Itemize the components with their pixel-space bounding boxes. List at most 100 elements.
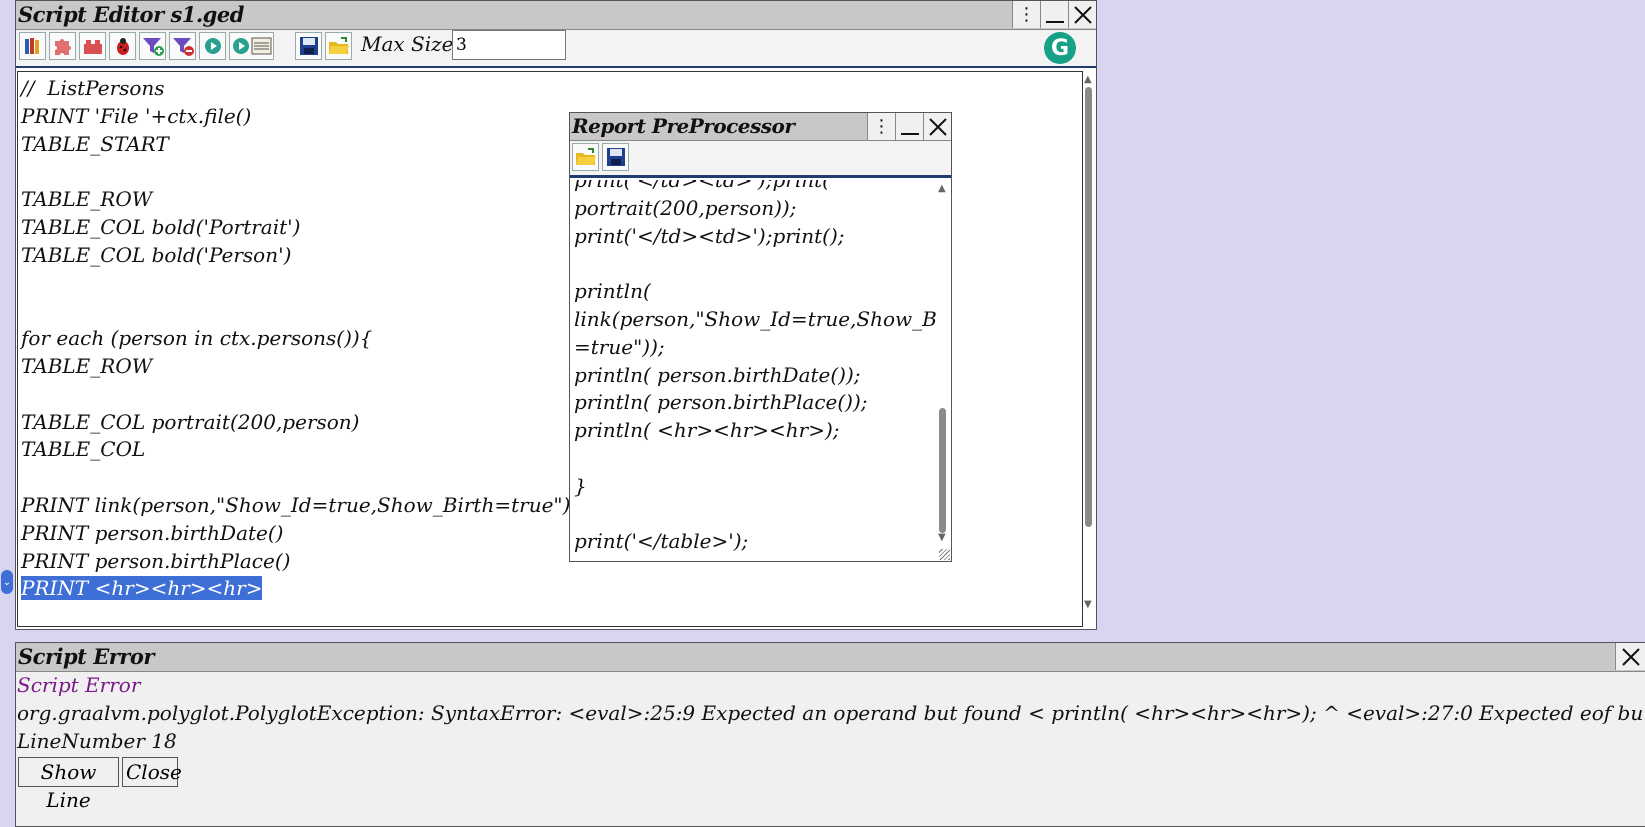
line-marker[interactable]: ⌄ [1,570,13,594]
editor-toolbar: Max Size G [16,30,1096,66]
minimize-icon [1045,20,1064,23]
code-line[interactable]: TABLE_START [21,131,570,159]
preprocessor-scroll-up-icon[interactable]: ▲ [938,183,946,194]
code-line[interactable] [574,250,936,278]
open-folder-icon [328,37,349,54]
code-line[interactable]: println( [574,278,936,306]
code-line[interactable]: println( person.birthPlace()); [574,389,936,417]
max-size-input[interactable] [452,30,566,60]
editor-scroll-down-icon[interactable]: ▼ [1084,599,1092,610]
code-line-selected[interactable]: PRINT <hr><hr><hr> [21,575,570,603]
run-icon [204,38,221,54]
code-line[interactable]: println( <hr><hr><hr>); [574,417,936,445]
code-line[interactable]: PRINT 'File '+ctx.file() [21,103,570,131]
code-line[interactable] [21,158,570,186]
code-line-text: portrait(200,person)); [574,195,797,220]
code-line[interactable]: =true")); [574,334,936,362]
editor-titlebar[interactable]: Script Editor s1.ged ⋮ [16,1,1096,30]
remove-filter-button[interactable] [169,32,196,60]
show-line-button[interactable]: Show Line [18,757,119,812]
save-button[interactable] [295,32,322,60]
code-line-text: } [574,473,587,498]
code-line-text: TABLE_ROW [21,187,153,212]
code-line-text: PRINT <hr><hr><hr> [21,576,263,601]
preprocessor-save-button[interactable] [602,143,629,171]
library-button[interactable] [19,32,46,60]
preprocessor-scrollbar-thumb[interactable] [939,408,946,533]
save-icon [606,148,625,166]
preprocessor-code: print('</td><td>');print(portrait(200,pe… [574,180,936,556]
kebab-menu-icon: ⋮ [872,116,891,137]
error-line-number: LineNumber 18 [17,729,177,753]
editor-menu-button[interactable]: ⋮ [1012,1,1040,28]
code-line[interactable]: TABLE_COL bold('Person') [21,242,570,270]
code-line-text: PRINT link(person,"Show_Id=true,Show_Bir… [21,492,571,517]
code-line[interactable]: print('</td><td>');print(); [574,223,936,251]
code-line[interactable]: TABLE_COL [21,436,570,464]
preprocessor-open-button[interactable] [572,143,599,171]
code-line[interactable]: // ListPersons [21,75,570,103]
editor-scrollbar[interactable] [1082,87,1096,617]
error-title: Script Error [18,644,154,669]
code-line[interactable]: portrait(200,person)); [574,195,936,223]
open-button[interactable] [325,32,352,60]
bricks-icon [83,40,102,54]
code-line[interactable]: } [574,473,936,501]
preprocessor-menu-button[interactable]: ⋮ [867,113,895,140]
code-line[interactable] [21,270,570,298]
code-line[interactable] [21,297,570,325]
preprocessor-minimize-button[interactable] [895,113,923,140]
add-filter-button[interactable] [139,32,166,60]
code-line-text: TABLE_COL bold('Portrait') [21,214,301,239]
code-line[interactable]: println( person.birthDate()); [574,362,936,390]
resize-grip-icon[interactable] [939,549,950,560]
preprocessor-window: Report PreProcessor ⋮ print('</td><td>')… [569,112,952,562]
code-line[interactable]: PRINT person.birthPlace() [21,548,570,576]
editor-title: Script Editor s1.ged [18,2,244,27]
editor-scroll-up-icon[interactable]: ▲ [1084,74,1092,85]
code-line[interactable] [21,464,570,492]
code-line[interactable]: TABLE_ROW [21,353,570,381]
code-line[interactable] [574,501,936,529]
code-line[interactable]: for each (person in ctx.persons()){ [21,325,570,353]
save-icon [299,37,318,55]
code-line-text: =true")); [574,334,665,359]
run-report-button[interactable] [229,32,274,60]
error-close-button[interactable] [1615,643,1645,670]
preprocessor-scrollbar[interactable] [936,193,950,538]
preprocessor-text-area[interactable]: print('</td><td>');print(portrait(200,pe… [570,180,936,561]
code-line[interactable]: TABLE_COL portrait(200,person) [21,409,570,437]
preprocessor-close-button[interactable] [923,113,951,140]
code-line[interactable]: link(person,"Show_Id=true,Show_Birth [574,306,936,334]
plugins-button[interactable] [49,32,76,60]
error-titlebar[interactable]: Script Error [16,643,1645,672]
kebab-menu-icon: ⋮ [1017,4,1036,25]
close-button[interactable]: Close [122,757,182,787]
grammarly-button[interactable]: G [1044,32,1076,64]
blocks-button[interactable] [79,32,106,60]
run-button[interactable] [199,32,226,60]
code-line[interactable] [21,381,570,409]
preprocessor-scroll-down-icon[interactable]: ▼ [938,532,946,543]
editor-minimize-button[interactable] [1040,1,1068,28]
code-line-text: link(person,"Show_Id=true,Show_Birth [574,306,936,331]
code-line-text: for each (person in ctx.persons()){ [21,326,373,351]
code-line[interactable]: TABLE_ROW [21,186,570,214]
editor-close-button[interactable] [1068,1,1096,28]
debug-button[interactable] [109,32,136,60]
run-report-icon [232,37,271,55]
code-line[interactable]: print('</td><td>');print( [574,180,936,195]
code-line[interactable]: PRINT person.birthDate() [21,520,570,548]
editor-code: // ListPersons PRINT 'File '+ctx.file() TA… [21,75,570,603]
code-line[interactable] [574,445,936,473]
minimize-icon [900,132,919,135]
code-line[interactable]: PRINT link(person,"Show_Id=true,Show_Bir… [21,492,570,520]
code-line[interactable]: print('</table>'); [574,528,936,556]
script-error-window: Script Error Script Error org.graalvm.po… [15,642,1645,827]
code-line[interactable]: TABLE_COL bold('Portrait') [21,214,570,242]
code-line-text: print('</td><td>');print(); [574,223,845,248]
editor-scrollbar-thumb[interactable] [1085,87,1092,527]
preprocessor-toolbar [570,141,951,175]
preprocessor-titlebar[interactable]: Report PreProcessor ⋮ [570,113,951,141]
code-line-text: println( <hr><hr><hr>); [574,418,840,443]
